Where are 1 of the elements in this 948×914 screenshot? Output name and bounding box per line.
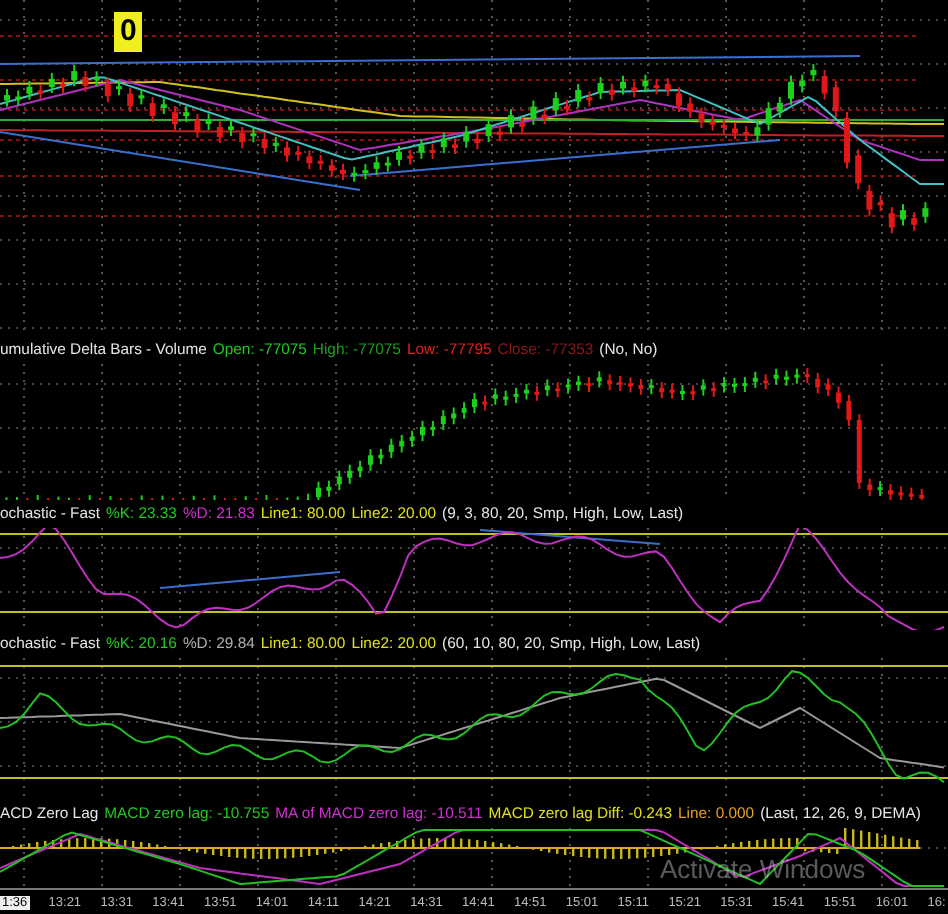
marker-label: 0 [114,12,143,52]
